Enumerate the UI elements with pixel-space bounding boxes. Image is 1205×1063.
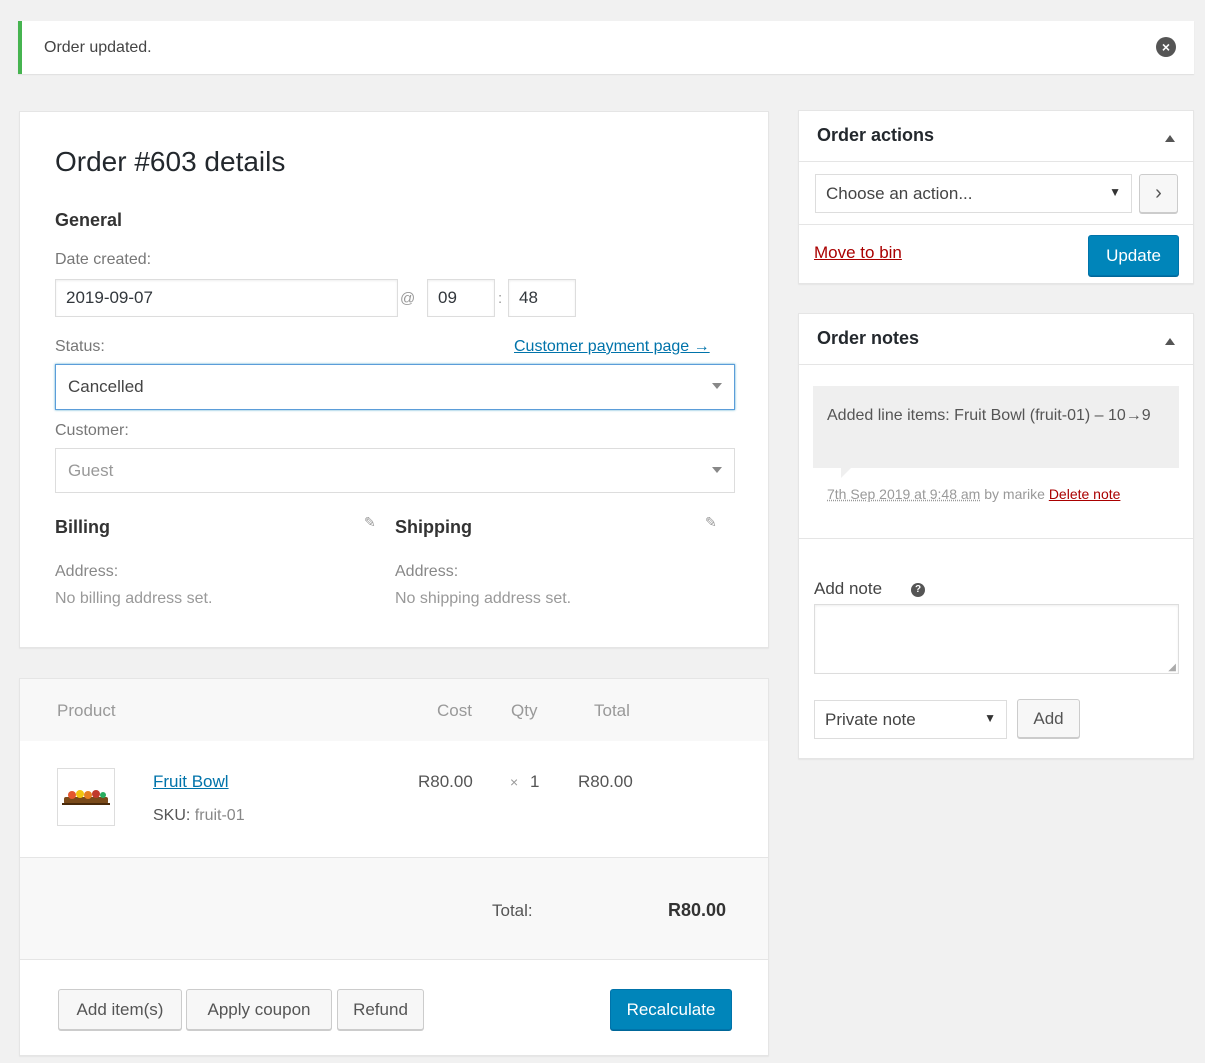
total-value: R80.00: [668, 900, 727, 920]
note-meta: 7th Sep 2019 at 9:48 am by marike Delete…: [827, 486, 1120, 502]
billing-address-label: Address:: [55, 563, 119, 580]
qty-times: ×: [510, 774, 519, 790]
order-actions-panel: Order actions Choose an action... ▼ › Mo…: [798, 110, 1194, 284]
edit-shipping-pencil-icon[interactable]: ✎: [705, 514, 719, 530]
delete-note-link[interactable]: Delete note: [1049, 486, 1121, 502]
status-select[interactable]: Cancelled: [55, 364, 735, 410]
customer-label: Customer:: [55, 422, 129, 439]
add-note-label: Add note: [814, 579, 883, 598]
at-sign: @: [400, 290, 416, 307]
status-label: Status:: [55, 338, 105, 355]
totals-divider: [20, 959, 768, 960]
update-button[interactable]: Update: [1088, 235, 1179, 276]
customer-select[interactable]: Guest: [55, 448, 735, 493]
sku-value: fruit-01: [194, 807, 245, 824]
note-tail: [841, 468, 851, 478]
note-author: by marike: [980, 486, 1049, 502]
collapse-triangle-icon[interactable]: [1165, 338, 1175, 345]
resize-handle-icon[interactable]: ◢: [1168, 662, 1176, 673]
billing-heading: Billing: [55, 517, 110, 537]
order-action-placeholder: Choose an action...: [826, 183, 973, 203]
add-note-button[interactable]: Add: [1017, 699, 1080, 738]
dismiss-icon[interactable]: ×: [1156, 37, 1176, 57]
date-created-input[interactable]: 2019-09-07: [55, 279, 398, 317]
note-text: Added line items: Fruit Bowl (fruit-01) …: [827, 407, 1151, 424]
product-sku: SKU: fruit-01: [153, 807, 245, 825]
billing-address-value: No billing address set.: [55, 590, 213, 607]
order-action-select[interactable]: Choose an action... ▼: [815, 174, 1132, 213]
order-actions-title: Order actions: [817, 125, 935, 145]
notes-divider: [799, 538, 1193, 539]
hour-input[interactable]: 09: [427, 279, 495, 317]
edit-billing-pencil-icon[interactable]: ✎: [364, 514, 378, 530]
fruit-bowl-image: [62, 790, 110, 805]
apply-coupon-button[interactable]: Apply coupon: [186, 989, 332, 1030]
go-button[interactable]: ›: [1139, 174, 1178, 213]
note-content: Added line items: Fruit Bowl (fruit-01) …: [813, 386, 1179, 478]
order-updated-notice: Order updated. ×: [18, 21, 1194, 74]
shipping-heading: Shipping: [395, 517, 472, 537]
dropdown-arrow-icon: ▼: [1109, 185, 1121, 199]
order-details-panel: Order #603 details General Date created:…: [19, 111, 769, 648]
order-notes-panel: Order notes Added line items: Fruit Bowl…: [798, 313, 1194, 759]
shipping-address-label: Address:: [395, 563, 459, 580]
status-value: Cancelled: [68, 377, 144, 396]
note-type-select[interactable]: Private note ▼: [814, 700, 1007, 739]
header-divider: [799, 161, 1193, 162]
product-name-link[interactable]: Fruit Bowl: [153, 772, 229, 792]
header-qty: Qty: [511, 701, 538, 720]
notice-text: Order updated.: [44, 38, 152, 56]
customer-payment-page-link[interactable]: Customer payment page →: [514, 338, 710, 356]
add-note-textarea[interactable]: ◢: [814, 604, 1179, 674]
sku-label: SKU:: [153, 807, 191, 824]
item-total: R80.00: [578, 772, 633, 791]
header-product: Product: [57, 701, 116, 720]
minute-input[interactable]: 48: [508, 279, 576, 317]
order-items-panel: Product Cost Qty Total Fruit Bowl SKU: f…: [19, 678, 769, 1056]
header-total: Total: [594, 701, 630, 720]
date-created-label: Date created:: [55, 251, 152, 268]
product-thumbnail: [57, 768, 115, 826]
chevron-down-icon: [712, 383, 722, 389]
chevron-down-icon: [712, 466, 722, 473]
note-type-value: Private note: [825, 709, 916, 729]
note-date: 7th Sep 2019 at 9:48 am: [827, 486, 981, 502]
dropdown-arrow-icon: ▼: [984, 711, 996, 725]
move-to-bin-link[interactable]: Move to bin: [814, 243, 902, 263]
order-totals: Total: R80.00: [20, 857, 768, 959]
time-colon: :: [498, 290, 503, 307]
page-title: Order #603 details: [55, 146, 286, 177]
total-label: Total:: [492, 901, 533, 920]
customer-value: Guest: [68, 460, 114, 480]
collapse-triangle-icon[interactable]: [1165, 135, 1175, 142]
shipping-address-value: No shipping address set.: [395, 590, 572, 607]
item-cost: R80.00: [418, 772, 473, 791]
actions-divider: [799, 224, 1193, 225]
items-table-header: Product Cost Qty Total: [20, 679, 768, 741]
recalculate-button[interactable]: Recalculate: [610, 989, 732, 1030]
item-qty: 1: [530, 772, 540, 791]
refund-button[interactable]: Refund: [337, 989, 424, 1030]
header-cost: Cost: [437, 701, 472, 720]
general-heading: General: [55, 210, 123, 230]
header-divider: [799, 364, 1193, 365]
order-notes-title: Order notes: [817, 328, 920, 348]
help-tip-icon[interactable]: ?: [911, 583, 925, 597]
add-items-button[interactable]: Add item(s): [58, 989, 182, 1030]
